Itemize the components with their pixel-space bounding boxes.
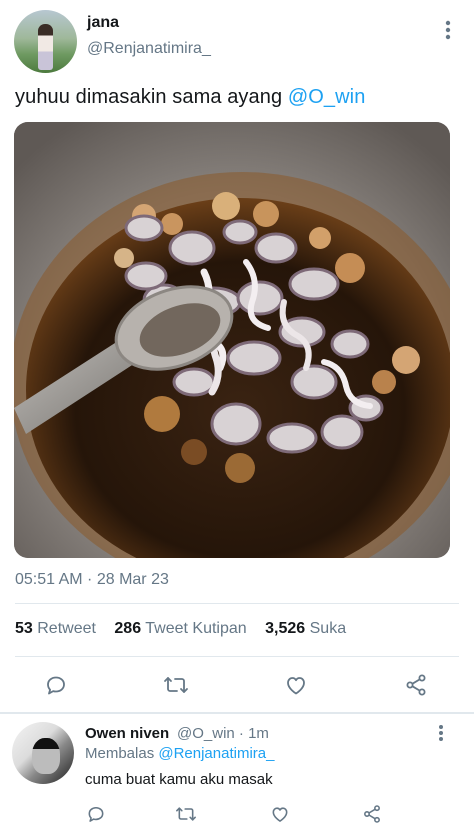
like-stat[interactable]: 3,526 Suka [265,620,346,637]
mention-link[interactable]: @O_win [288,86,366,108]
share-icon[interactable] [360,802,384,826]
reply-actions [0,800,474,830]
tweet-header: jana @Renjanatimira_ [0,0,474,80]
tweet-photo[interactable] [14,122,450,558]
heart-icon[interactable] [282,671,310,699]
retweet-icon[interactable] [174,802,198,826]
reply-icon[interactable] [42,671,70,699]
like-count: 3,526 [265,620,306,637]
retweet-stat[interactable]: 53 Retweet [15,620,96,637]
tweet-timestamp: 05:51 AM · 28 Mar 23 [15,571,169,588]
more-vertical-icon[interactable] [434,724,448,744]
retweet-label: Retweet [37,620,96,637]
replying-to: Membalas @Renjanatimira_ [85,745,274,762]
replying-label: Membalas [85,745,159,762]
food-photo-illustration [14,122,450,558]
reply-text: cuma buat kamu aku masak [85,771,273,788]
reply-display-name[interactable]: Owen niven [85,725,169,742]
quote-stat[interactable]: 286 Tweet Kutipan [114,620,246,637]
replying-mention[interactable]: @Renjanatimira_ [158,745,274,762]
like-label: Suka [309,620,347,637]
reply-icon[interactable] [84,802,108,826]
tweet-text-body: yuhuu dimasakin sama ayang [15,86,288,108]
quote-label: Tweet Kutipan [145,620,247,637]
avatar[interactable] [14,10,77,73]
reply-username-time: @O_win · 1m [177,725,269,742]
tweet-stats: 53 Retweet 286 Tweet Kutipan 3,526 Suka [15,620,346,638]
display-name[interactable]: jana [87,14,119,32]
username[interactable]: @Renjanatimira_ [87,40,211,58]
reply-tweet[interactable]: Owen niven @O_win · 1m Membalas @Renjana… [0,714,474,835]
divider [15,603,459,604]
divider [15,656,459,657]
heart-icon[interactable] [268,802,292,826]
tweet-actions [0,665,474,705]
share-icon[interactable] [402,671,430,699]
retweet-icon[interactable] [162,671,190,699]
more-vertical-icon[interactable] [441,20,455,42]
tweet-text: yuhuu dimasakin sama ayang @O_win [15,86,365,109]
quote-count: 286 [114,620,142,637]
reply-avatar[interactable] [12,722,74,784]
retweet-count: 53 [15,620,33,637]
